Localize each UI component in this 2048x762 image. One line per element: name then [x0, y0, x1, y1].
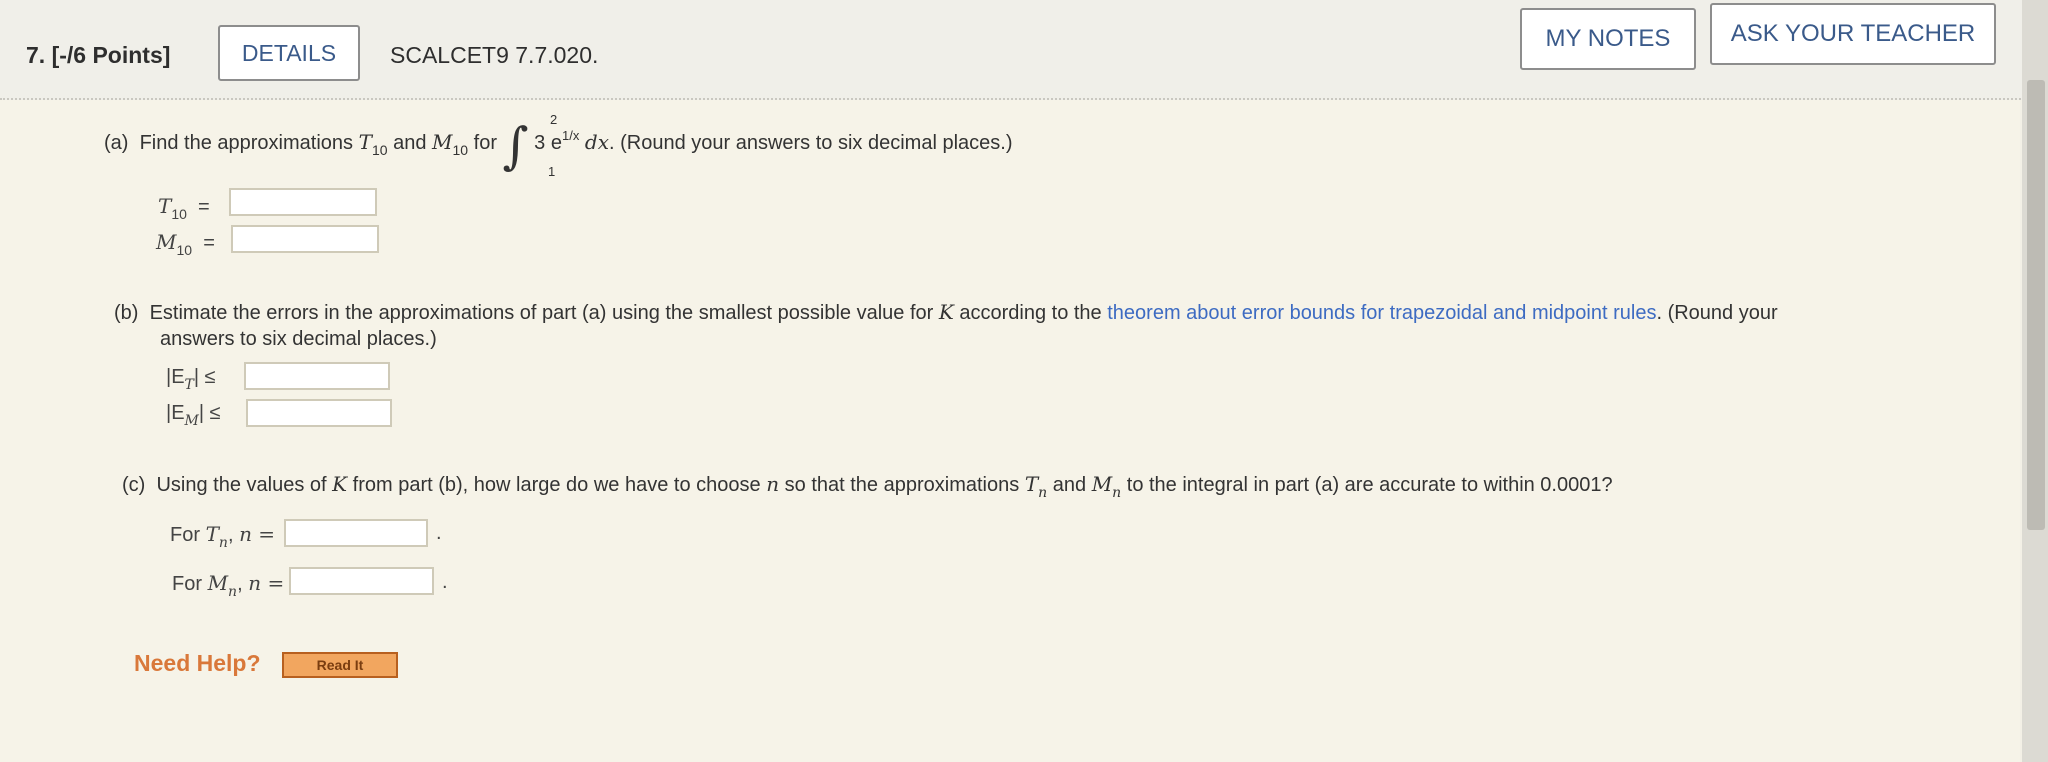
- Mn-period: .: [442, 571, 448, 593]
- error-bounds-theorem-link[interactable]: theorem about error bounds for trapezoid…: [1107, 302, 1656, 324]
- Tn-input[interactable]: [284, 519, 428, 547]
- M10-label: M10 =: [156, 230, 215, 258]
- scrollbar[interactable]: [2022, 0, 2048, 762]
- need-help-label: Need Help?: [134, 650, 261, 676]
- T10-label: T10 =: [158, 194, 210, 222]
- part-b-prompt-cont: answers to six decimal places.): [160, 328, 437, 350]
- ask-your-teacher-button[interactable]: ASK YOUR TEACHER: [1710, 3, 1996, 65]
- integral-upper-limit: 2: [550, 112, 558, 127]
- ET-label: |ET| ≤: [166, 366, 216, 393]
- Mn-input[interactable]: [289, 567, 434, 595]
- integral-sign: ∫: [502, 117, 529, 175]
- problem-id: SCALCET9 7.7.020.: [390, 42, 599, 68]
- my-notes-button[interactable]: MY NOTES: [1520, 8, 1696, 70]
- part-a-prompt: (a) Find the approximations T10 and M10 …: [104, 117, 1013, 175]
- Tn-label: For Tn, n =: [170, 522, 276, 551]
- integral-lower-limit: 1: [548, 164, 556, 179]
- M10-input[interactable]: [231, 225, 379, 253]
- part-c-prompt: (c) Using the values of K from part (b),…: [122, 472, 1613, 501]
- part-b-prefix: (b): [114, 302, 139, 324]
- part-b-prompt: (b) Estimate the errors in the approxima…: [114, 300, 1778, 324]
- part-a-prefix: (a): [104, 132, 129, 154]
- read-it-button[interactable]: Read It: [282, 652, 398, 678]
- question-header: 7. [-/6 Points] DETAILS SCALCET9 7.7.020…: [0, 0, 2048, 100]
- EM-label: |EM| ≤: [166, 402, 221, 429]
- Mn-label: For Mn, n =: [172, 571, 285, 600]
- part-c-prefix: (c): [122, 474, 146, 496]
- Tn-period: .: [436, 522, 442, 544]
- T10-input[interactable]: [229, 188, 377, 216]
- question-number: 7. [-/6 Points]: [26, 42, 171, 68]
- scrollbar-thumb[interactable]: [2027, 80, 2045, 530]
- details-button[interactable]: DETAILS: [218, 25, 360, 81]
- EM-input[interactable]: [246, 399, 392, 427]
- ET-input[interactable]: [244, 362, 390, 390]
